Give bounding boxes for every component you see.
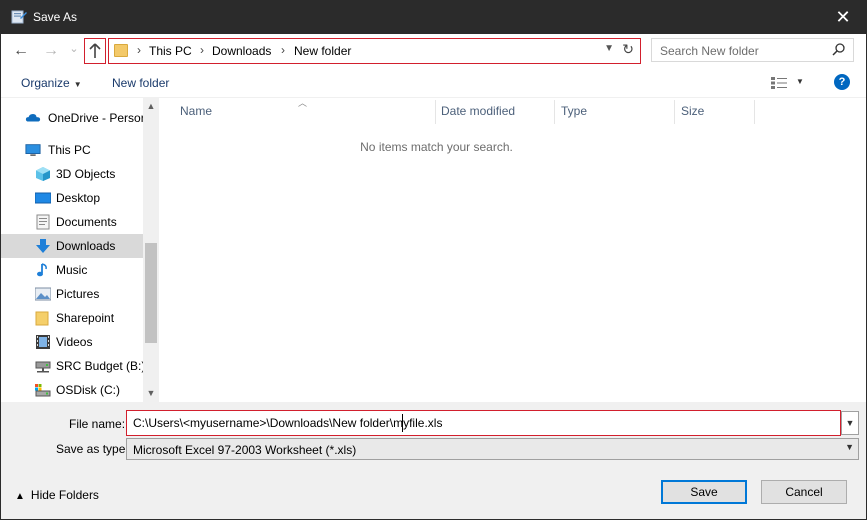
savetype-value: Microsoft Excel 97-2003 Worksheet (*.xls… [133,443,357,457]
sidebar-item-pictures[interactable]: Pictures [1,282,143,306]
music-icon [37,263,47,277]
breadcrumb-separator: › [281,43,285,57]
sidebar-item-downloads[interactable]: Downloads [1,234,143,258]
filename-field[interactable]: C:\Users\<myusername>\Downloads\New fold… [126,410,841,436]
sidebar-item-desktop[interactable]: Desktop [1,186,143,210]
column-header-name[interactable]: Name [180,104,212,118]
back-arrow-icon[interactable]: ← [10,40,32,62]
new-folder-button[interactable]: New folder [112,76,169,90]
hide-folders-button[interactable]: ▲ Hide Folders [15,488,99,502]
sidebar-item-videos[interactable]: Videos [1,330,143,354]
sidebar-item-label: Desktop [56,191,101,205]
disk-icon [35,384,51,397]
folder-icon [114,44,128,57]
organize-label: Organize [21,76,70,90]
text-cursor [402,414,403,432]
breadcrumb-new-folder[interactable]: New folder [294,44,351,58]
chevron-up-icon[interactable]: ▲ [143,101,159,111]
view-options-icon[interactable] [771,76,789,90]
chevron-down-icon[interactable]: ▼ [604,43,614,54]
column-divider[interactable] [674,100,675,124]
column-header-type[interactable]: Type [561,104,587,118]
up-arrow-icon [89,43,101,58]
save-as-app-icon [11,9,27,25]
computer-icon [25,144,41,156]
title-bar: Save As ✕ [1,1,866,34]
chevron-down-icon[interactable]: ▼ [841,411,859,435]
documents-icon [36,214,50,230]
navigation-bar: ← → ⌄ › This PC › Downloads › New folder… [1,34,866,68]
up-button[interactable] [84,38,106,64]
save-button[interactable]: Save [661,480,747,504]
column-divider[interactable] [554,100,555,124]
sidebar-scrollbar[interactable]: ▲ ▼ [143,98,159,402]
breadcrumb-this-pc[interactable]: This PC [149,44,192,58]
chevron-down-icon[interactable]: ▼ [143,388,159,398]
3d-objects-icon [36,167,50,181]
scrollbar-thumb[interactable] [145,243,157,343]
search-input[interactable]: Search New folder [651,38,854,62]
sidebar-item-music[interactable]: Music [1,258,143,282]
column-header-size[interactable]: Size [681,104,704,118]
navigation-pane: OneDrive - Persor This PC 3D Objects Des… [1,98,159,402]
sidebar-item-documents[interactable]: Documents [1,210,143,234]
sidebar-item-label: 3D Objects [56,167,116,181]
sidebar-item-label: OneDrive - Persor [48,111,145,125]
hide-folders-label: Hide Folders [30,488,99,502]
search-placeholder: Search New folder [660,44,759,58]
pictures-icon [35,287,51,301]
sidebar-item-label: This PC [48,143,91,157]
sidebar-item-3d-objects[interactable]: 3D Objects [1,162,143,186]
savetype-label: Save as type: [56,442,129,456]
help-icon[interactable]: ? [834,74,850,90]
forward-arrow-icon[interactable]: → [40,40,62,62]
videos-icon [36,335,50,349]
chevron-up-icon: ▲ [15,491,25,502]
recent-locations-icon[interactable]: ⌄ [63,38,85,60]
chevron-down-icon[interactable]: ▼ [796,77,804,86]
downloads-icon [36,239,50,253]
sidebar-item-label: Pictures [56,287,100,301]
network-drive-icon [35,361,51,373]
column-divider[interactable] [754,100,755,124]
sidebar-item-this-pc[interactable]: This PC [1,138,143,162]
filename-label: File name: [69,417,126,431]
address-bar[interactable]: › This PC › Downloads › New folder ▼ ↻ [108,38,641,64]
sidebar-item-label: Downloads [56,239,116,253]
close-icon[interactable]: ✕ [820,1,866,34]
save-form: File name: C:\Users\<myusername>\Downloa… [1,402,866,519]
sidebar-item-label: OSDisk (C:) [56,383,120,397]
sort-ascending-icon: ︿ [298,98,308,108]
sidebar-item-label: SRC Budget (B:) [56,359,146,373]
organize-menu[interactable]: Organize ▼ [21,76,82,90]
sidebar-item-onedrive[interactable]: OneDrive - Persor [1,106,145,130]
save-as-dialog: Save As ✕ ← → ⌄ › This PC › Downloads › … [0,0,867,520]
sidebar-item-src-budget[interactable]: SRC Budget (B:) [1,354,146,378]
sidebar-item-label: Videos [56,335,93,349]
savetype-select[interactable]: Microsoft Excel 97-2003 Worksheet (*.xls… [126,438,859,460]
command-bar: Organize ▼ New folder ▼ ? [1,68,866,98]
file-list: ︿ Name Date modified Type Size No items … [160,98,866,402]
chevron-down-icon: ▼ [845,442,854,452]
sidebar-item-label: Documents [56,215,117,229]
sidebar-item-osdisk[interactable]: OSDisk (C:) [1,378,143,402]
breadcrumb-separator: › [137,43,141,57]
sidebar-item-sharepoint[interactable]: Sharepoint [1,306,143,330]
desktop-icon [35,192,51,204]
column-divider[interactable] [435,100,436,124]
search-icon [832,43,845,56]
chevron-down-icon: ▼ [73,80,82,89]
sidebar-item-label: Sharepoint [56,311,115,325]
filename-value: C:\Users\<myusername>\Downloads\New fold… [133,416,443,430]
breadcrumb-separator: › [200,43,204,57]
cancel-button[interactable]: Cancel [761,480,847,504]
window-title: Save As [33,10,78,24]
breadcrumb-downloads[interactable]: Downloads [212,44,271,58]
sidebar-item-label: Music [56,263,88,277]
column-header-date-modified[interactable]: Date modified [441,104,515,118]
empty-message: No items match your search. [360,140,513,154]
refresh-icon[interactable]: ↻ [622,41,634,58]
onedrive-icon [25,114,41,122]
folder-icon [35,311,49,326]
